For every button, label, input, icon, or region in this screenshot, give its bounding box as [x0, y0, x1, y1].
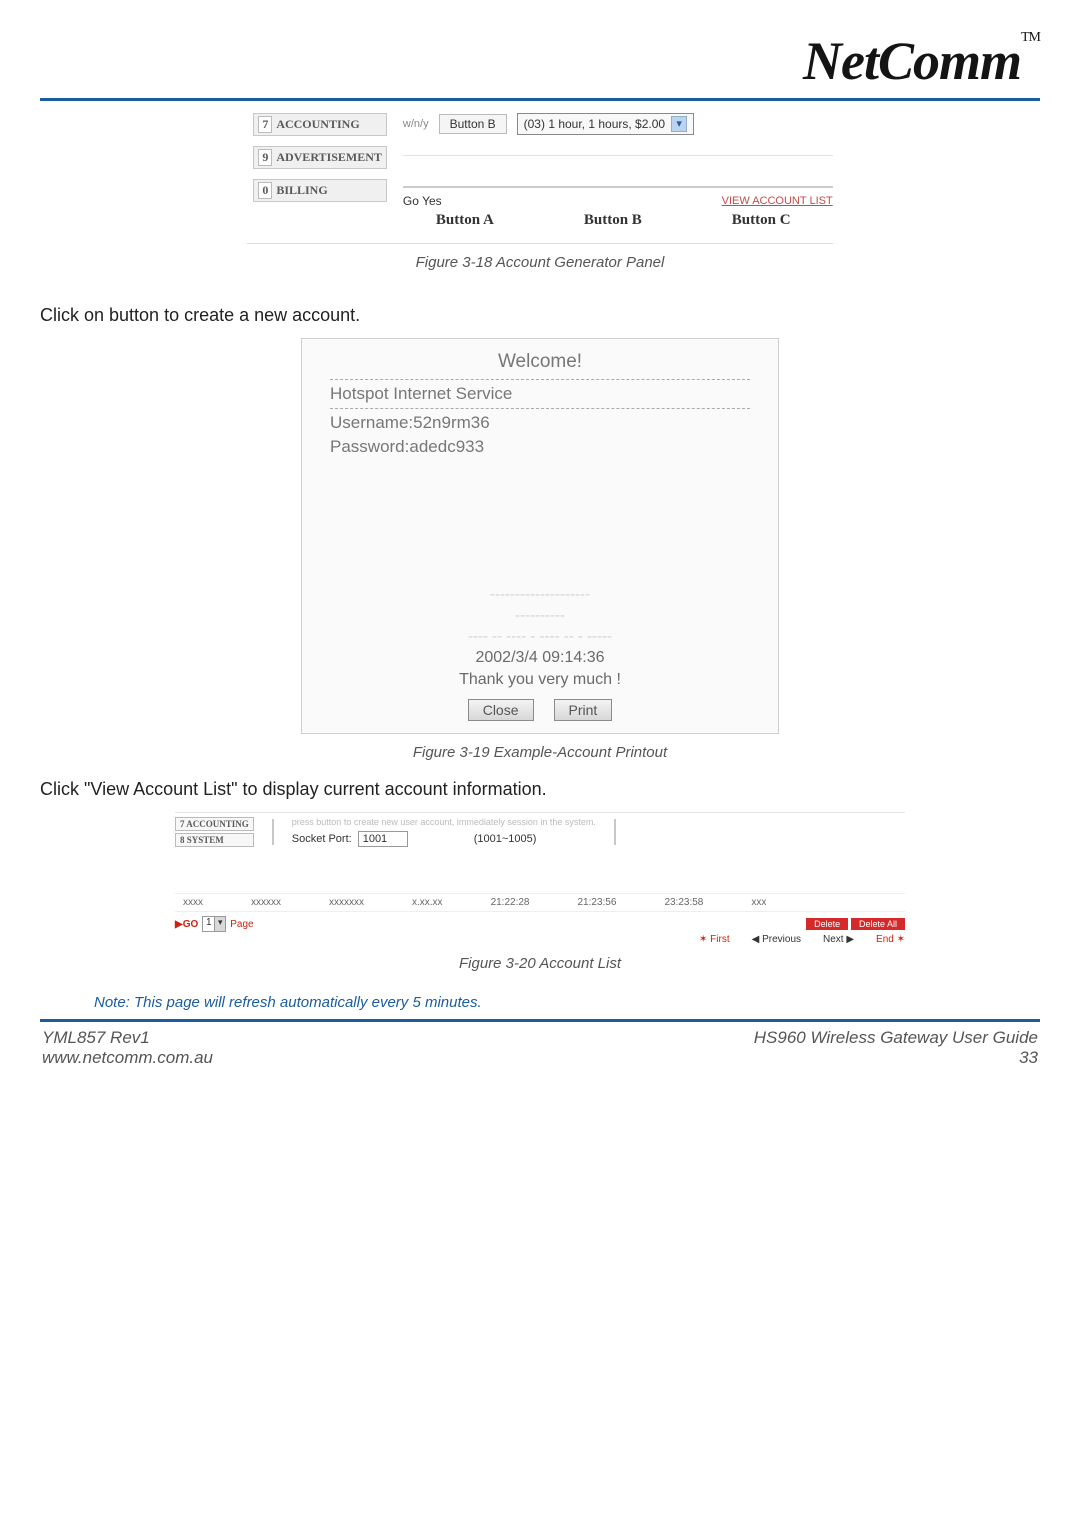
socket-port-label: Socket Port: [292, 833, 352, 845]
account-list-panel: 7 ACCOUNTING 8 SYSTEM press button to cr… [175, 812, 905, 945]
next-link[interactable]: Next ▶ [823, 934, 854, 945]
button-labels: Button A Button B Button C [436, 212, 833, 229]
faint-line: ---- -- ---- - ---- -- - ----- [468, 628, 612, 645]
close-button[interactable]: Close [468, 699, 534, 721]
first-link[interactable]: ✶ First [699, 934, 730, 945]
nav-advertisement[interactable]: 9ADVERTISEMENT [253, 146, 387, 169]
socket-port-range: (1001~1005) [474, 833, 537, 845]
small-label: w/n/y [403, 118, 429, 130]
instruction-1: Click on button to create a new account. [40, 305, 1040, 326]
service-line: Hotspot Internet Service [330, 384, 750, 404]
end-link[interactable]: End ✶ [876, 934, 905, 945]
doc-title: HS960 Wireless Gateway User Guide [754, 1028, 1038, 1048]
figure-20-caption: Figure 3-20 Account List [40, 955, 1040, 972]
divider [614, 819, 616, 845]
go-button[interactable]: ▶GO [175, 919, 198, 930]
thanks-line: Thank you very much ! [459, 671, 621, 689]
account-printout: Welcome! Hotspot Internet Service Userna… [301, 338, 779, 734]
doc-url: www.netcomm.com.au [42, 1048, 213, 1068]
refresh-note: Note: This page will refresh automatical… [94, 994, 1040, 1011]
socket-port-input[interactable]: 1001 [358, 831, 408, 847]
pager-nav: ✶ First ◀ Previous Next ▶ End ✶ [175, 934, 905, 945]
rate-dropdown[interactable]: (03) 1 hour, 1 hours, $2.00▾ [517, 113, 694, 135]
page-footer: YML857 Rev1 www.netcomm.com.au HS960 Wir… [40, 1019, 1040, 1088]
faint-line: -------------------- [490, 586, 590, 603]
view-account-list-link[interactable]: View Account List [722, 195, 833, 207]
datetime-line: 2002/3/4 09:14:36 [475, 649, 604, 667]
brand-logo: NetCommTM [803, 30, 1040, 92]
nav-system-mini[interactable]: 8 SYSTEM [175, 833, 254, 847]
print-button[interactable]: Print [554, 699, 613, 721]
yes-text: Yes [422, 194, 442, 208]
figure-18-caption: Figure 3-18 Account Generator Panel [247, 254, 832, 271]
page-select[interactable]: 1▾ [202, 916, 226, 932]
delete-all-button[interactable]: Delete All [851, 918, 905, 930]
divider [272, 819, 274, 845]
previous-link[interactable]: ◀ Previous [752, 934, 801, 945]
instruction-2: Click "View Account List" to display cur… [40, 779, 1040, 800]
delete-button[interactable]: Delete [806, 918, 848, 930]
go-link[interactable]: Go [403, 194, 419, 208]
page-number: 33 [754, 1048, 1038, 1068]
account-generator-panel: 7ACCOUNTING 9ADVERTISEMENT 0BILLING w/n/… [247, 107, 832, 244]
chevron-down-icon: ▾ [671, 116, 687, 132]
nav-accounting[interactable]: 7ACCOUNTING [253, 113, 387, 136]
nav-accounting-mini[interactable]: 7 ACCOUNTING [175, 817, 254, 831]
figure-19-caption: Figure 3-19 Example-Account Printout [40, 744, 1040, 761]
username-line: Username:52n9rm36 [330, 413, 750, 433]
page-label: Page [230, 919, 253, 930]
pager: ▶GO 1▾ Page Delete Delete All [175, 916, 905, 932]
chevron-down-icon: ▾ [214, 917, 225, 931]
table-row: xxxxxxxxxxxxxxxxxx.xx.xx21:22:2821:23:56… [175, 893, 905, 912]
faint-line: ---------- [515, 607, 565, 624]
hint-text: press button to create new user account,… [292, 817, 596, 827]
side-nav: 7ACCOUNTING 9ADVERTISEMENT 0BILLING [247, 107, 393, 235]
password-line: Password:adedc933 [330, 437, 750, 457]
doc-rev: YML857 Rev1 [42, 1028, 213, 1048]
nav-billing[interactable]: 0BILLING [253, 179, 387, 202]
brand-bar: NetCommTM [40, 20, 1040, 101]
welcome-text: Welcome! [330, 351, 750, 373]
button-b-chip[interactable]: Button B [439, 114, 507, 134]
